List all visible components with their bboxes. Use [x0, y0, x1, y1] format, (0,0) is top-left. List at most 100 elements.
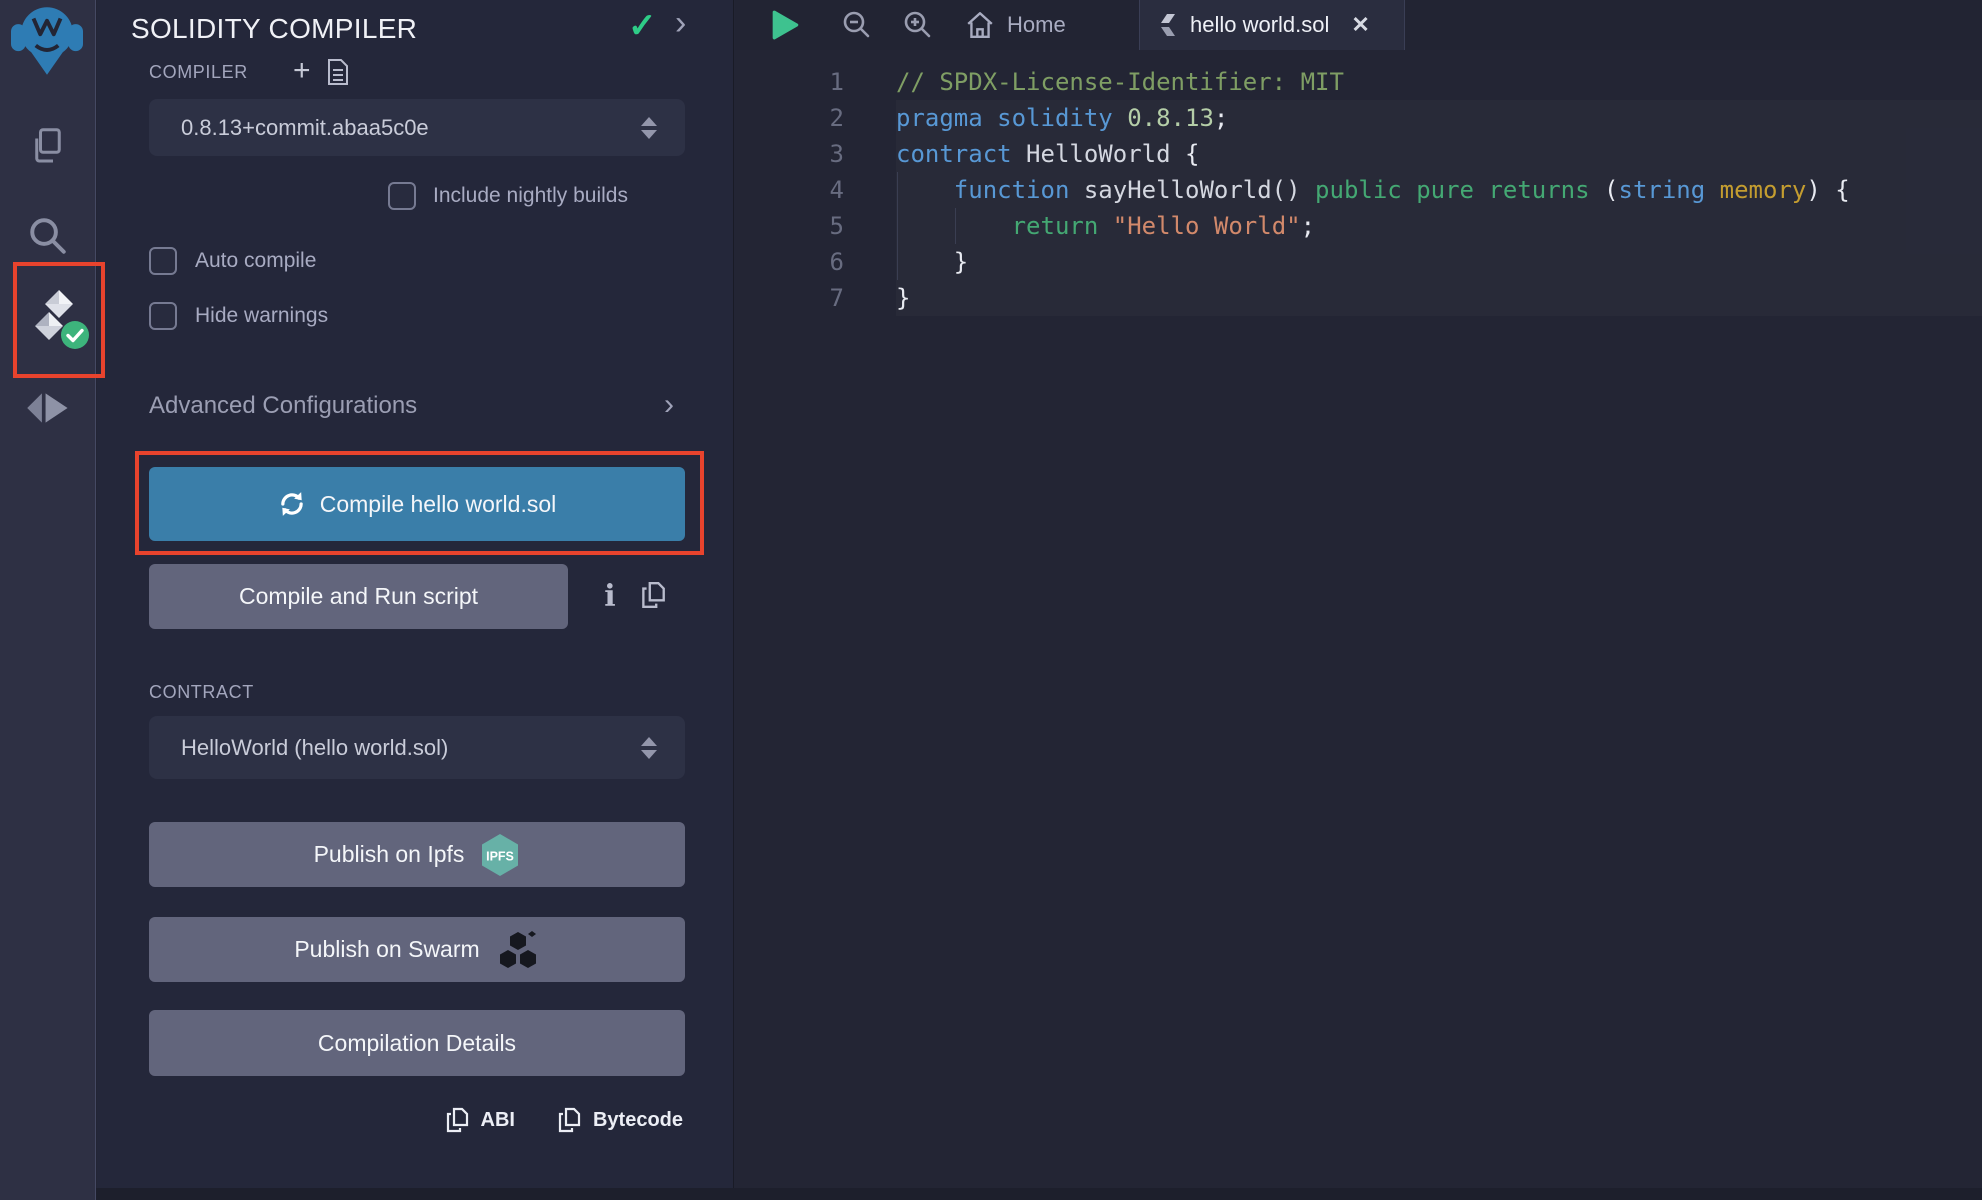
compiler-config-file-icon[interactable]	[327, 58, 349, 86]
hide-warnings-checkbox[interactable]	[149, 302, 177, 330]
remix-logo-graphic	[11, 5, 83, 77]
solidity-compiler-panel: SOLIDITY COMPILER ✓ › COMPILER + 0.8.13+…	[97, 0, 734, 1200]
file-explorer-glyph	[28, 126, 68, 166]
compile-button-label: Compile hello world.sol	[320, 491, 557, 518]
zoom-in-glyph	[902, 9, 934, 41]
compiler-version-select[interactable]: 0.8.13+commit.abaa5c0e	[149, 99, 685, 156]
remix-logo-icon[interactable]	[10, 4, 84, 78]
bottom-divider	[96, 1188, 1982, 1200]
zoom-out-icon[interactable]	[841, 0, 873, 50]
refresh-icon	[278, 490, 306, 518]
code-token-kw: string	[1619, 176, 1706, 204]
zoom-out-glyph	[841, 9, 873, 41]
publish-swarm-label: Publish on Swarm	[294, 936, 479, 963]
compile-and-run-button[interactable]: Compile and Run script	[149, 564, 568, 629]
hide-warnings-label[interactable]: Hide warnings	[195, 302, 328, 330]
add-compiler-icon[interactable]: +	[293, 54, 311, 88]
code-token-kw: pragma	[896, 104, 983, 132]
abi-label[interactable]: ABI	[481, 1109, 515, 1132]
compile-and-run-label: Compile and Run script	[239, 583, 478, 610]
solidity-compiler-icon[interactable]	[28, 290, 82, 346]
code-token-plain	[1113, 104, 1127, 132]
code-content: // SPDX-License-Identifier: MIT pragma so…	[896, 64, 1850, 316]
code-editor[interactable]: 1234567 // SPDX-License-Identifier: MITp…	[735, 50, 1982, 1200]
code-token-ident: HelloWorld	[1026, 140, 1171, 168]
bytecode-label[interactable]: Bytecode	[593, 1109, 683, 1132]
copy-abi-icon[interactable]	[445, 1106, 469, 1134]
compile-button[interactable]: Compile hello world.sol	[149, 467, 685, 541]
copy-run-script-icon[interactable]	[640, 580, 666, 610]
panel-title: SOLIDITY COMPILER	[131, 8, 417, 50]
ipfs-icon: IPFS	[480, 833, 520, 877]
advanced-configurations-label[interactable]: Advanced Configurations	[149, 392, 417, 420]
home-icon	[965, 10, 995, 40]
editor-tab-bar: Home hello world.sol ✕	[735, 0, 1982, 50]
code-token-comment: // SPDX-License-Identifier: MIT	[896, 68, 1344, 96]
indent-guide	[955, 208, 956, 244]
code-token-plain: }	[896, 284, 910, 312]
code-token-plain: ;	[1214, 104, 1228, 132]
code-token-plain	[896, 176, 954, 204]
code-token-plain	[983, 104, 997, 132]
tab-home[interactable]: Home	[955, 0, 1076, 50]
auto-compile-checkbox[interactable]	[149, 247, 177, 275]
file-explorer-icon[interactable]	[26, 124, 70, 168]
copy-bytecode-icon[interactable]	[557, 1106, 581, 1134]
contract-select[interactable]: HelloWorld (hello world.sol)	[149, 716, 685, 779]
code-line[interactable]: }	[896, 244, 1850, 280]
publish-ipfs-button[interactable]: Publish on Ipfs IPFS	[149, 822, 685, 887]
code-line[interactable]: return "Hello World";	[896, 208, 1850, 244]
tab-file-label: hello world.sol	[1190, 12, 1329, 38]
icon-sidebar	[0, 0, 96, 1200]
code-token-plain	[1705, 176, 1719, 204]
code-token-plain	[1012, 140, 1026, 168]
code-token-plain: ;	[1301, 212, 1315, 240]
include-nightly-checkbox[interactable]	[388, 182, 416, 210]
code-line[interactable]: // SPDX-License-Identifier: MIT	[896, 64, 1850, 100]
compilation-details-button[interactable]: Compilation Details	[149, 1010, 685, 1076]
code-token-plain	[896, 212, 1012, 240]
swarm-icon	[496, 930, 540, 970]
code-token-plain: ) {	[1806, 176, 1849, 204]
code-token-kw: function	[954, 176, 1070, 204]
code-token-num: 0.8.13	[1127, 104, 1214, 132]
solidity-file-icon	[1160, 14, 1176, 36]
zoom-in-icon[interactable]	[902, 0, 934, 50]
publish-swarm-button[interactable]: Publish on Swarm	[149, 917, 685, 982]
abi-bytecode-row: ABI Bytecode	[445, 1102, 683, 1138]
compiler-version-value: 0.8.13+commit.abaa5c0e	[181, 115, 429, 141]
advanced-chevron-icon[interactable]: ›	[664, 388, 674, 422]
search-icon[interactable]	[26, 214, 70, 258]
line-number: 4	[735, 172, 844, 208]
code-token-ident: sayHelloWorld()	[1084, 176, 1301, 204]
document-glyph	[327, 58, 349, 86]
line-number: 6	[735, 244, 844, 280]
code-token-plain	[1069, 176, 1083, 204]
panel-check-icon: ✓	[628, 6, 657, 46]
code-token-plain: }	[896, 248, 968, 276]
tab-hello-world-sol[interactable]: hello world.sol ✕	[1139, 0, 1405, 50]
deploy-run-glyph	[26, 388, 70, 428]
code-token-green: public pure returns	[1315, 176, 1590, 204]
code-token-plain: {	[1171, 140, 1200, 168]
play-glyph	[772, 9, 800, 41]
tab-close-icon[interactable]: ✕	[1351, 12, 1369, 38]
code-line[interactable]: function sayHelloWorld() public pure ret…	[896, 172, 1850, 208]
include-nightly-label[interactable]: Include nightly builds	[433, 182, 628, 210]
search-glyph	[27, 215, 69, 257]
contract-select-value: HelloWorld (hello world.sol)	[181, 735, 448, 761]
svg-text:IPFS: IPFS	[487, 849, 515, 863]
info-icon[interactable]: i	[598, 578, 622, 616]
code-token-gold: memory	[1720, 176, 1807, 204]
deploy-run-icon[interactable]	[25, 386, 71, 430]
compilation-details-label: Compilation Details	[318, 1030, 516, 1057]
code-token-kw: contract	[896, 140, 1012, 168]
code-line[interactable]: contract HelloWorld {	[896, 136, 1850, 172]
code-token-str: "Hello World"	[1113, 212, 1301, 240]
compiler-section-label: COMPILER	[149, 62, 248, 83]
code-line[interactable]: }	[896, 280, 1850, 316]
code-line[interactable]: pragma solidity 0.8.13;	[896, 100, 1850, 136]
panel-chevron-right-icon[interactable]: ›	[675, 4, 686, 43]
run-script-play-icon[interactable]	[772, 0, 800, 50]
auto-compile-label[interactable]: Auto compile	[195, 247, 316, 275]
